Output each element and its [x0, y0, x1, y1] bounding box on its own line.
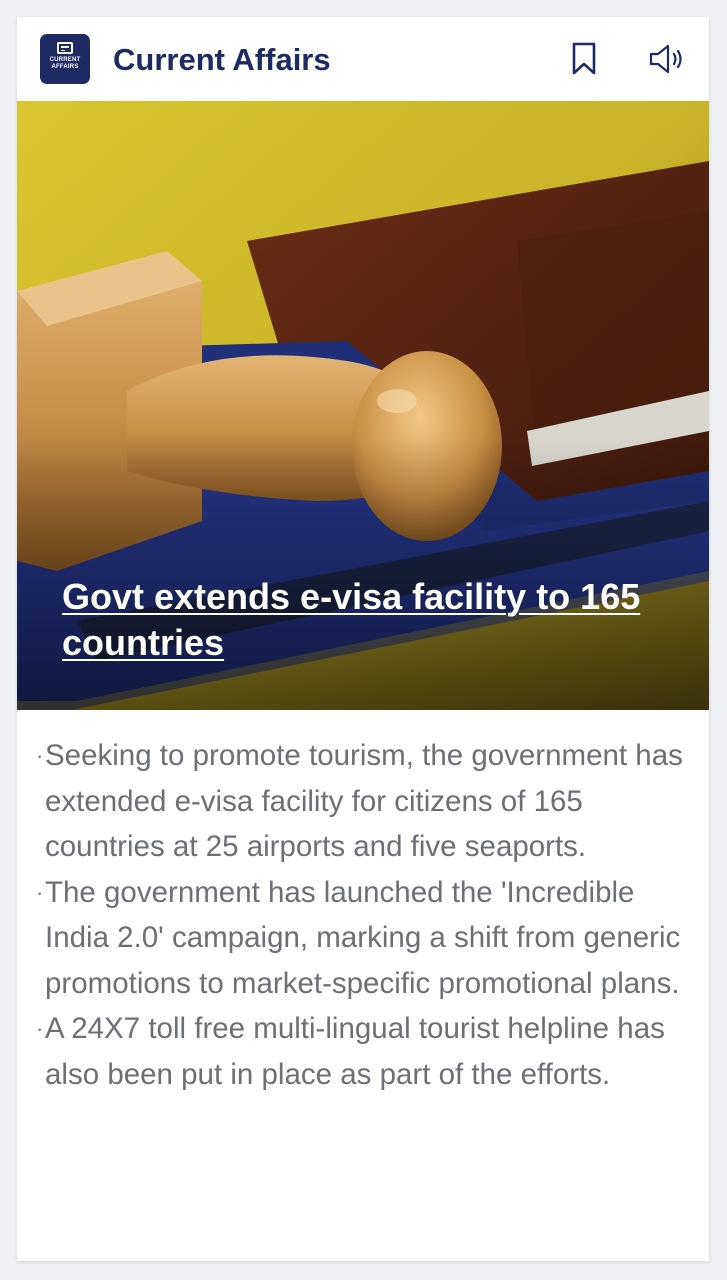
- article-summary: · Seeking to promote tourism, the govern…: [36, 733, 697, 1097]
- bullet-marker: ·: [36, 1016, 44, 1041]
- app-header: CURRENT AFFAIRS Current Affairs: [17, 17, 709, 101]
- speaker-icon: [649, 44, 682, 74]
- bookmark-icon: [572, 42, 596, 75]
- app-title: Current Affairs: [113, 42, 331, 77]
- bullet-marker: ·: [36, 879, 44, 905]
- listen-button[interactable]: [647, 39, 687, 79]
- app-logo: CURRENT AFFAIRS: [40, 34, 90, 84]
- bookmark-button[interactable]: [564, 39, 604, 79]
- bullet-text: Seeking to promote tourism, the governme…: [45, 739, 683, 863]
- summary-bullet: · Seeking to promote tourism, the govern…: [36, 733, 697, 870]
- logo-text-line1: CURRENT: [49, 57, 81, 63]
- bullet-text: A 24X7 toll free multi-lingual tourist h…: [45, 1012, 665, 1091]
- news-card: CURRENT AFFAIRS Current Affairs Govt ext…: [17, 17, 709, 1261]
- bullet-text: The government has launched the 'Incredi…: [45, 875, 681, 1000]
- summary-bullet: · The government has launched the 'Incre…: [36, 870, 697, 1007]
- article-headline[interactable]: Govt extends e-visa facility to 165 coun…: [62, 574, 662, 666]
- bullet-marker: ·: [36, 743, 44, 768]
- newspaper-icon: [57, 42, 73, 54]
- article-image[interactable]: Govt extends e-visa facility to 165 coun…: [17, 101, 709, 710]
- logo-text-line2: AFFAIRS: [51, 64, 79, 70]
- summary-bullet: · A 24X7 toll free multi-lingual tourist…: [36, 1006, 697, 1097]
